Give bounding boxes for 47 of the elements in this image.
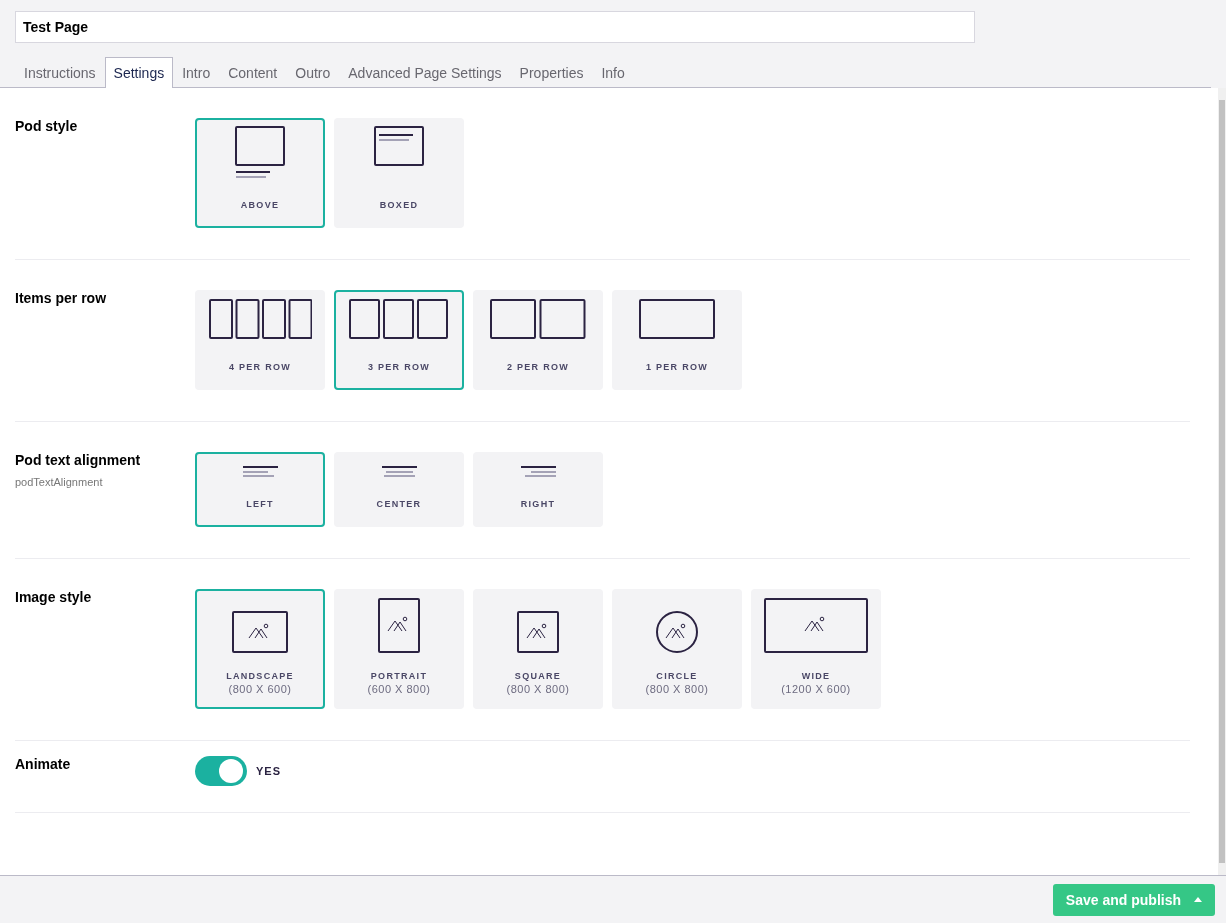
option-card[interactable]: CENTER	[334, 452, 464, 527]
setting-label: Image style	[15, 589, 93, 605]
tab[interactable]: Instructions	[15, 57, 105, 88]
page-name-field[interactable]: Test Page	[15, 11, 975, 43]
one-column-icon	[639, 299, 715, 340]
option-card[interactable]: RIGHT	[473, 452, 603, 527]
setting-label: Pod style	[15, 118, 79, 134]
caret-up-icon	[1194, 897, 1202, 902]
tab[interactable]: Properties	[510, 57, 593, 88]
toggle-switch[interactable]	[195, 756, 247, 786]
tab[interactable]: Info	[592, 57, 634, 88]
option-card[interactable]: WIDE (1200 X 600)	[751, 589, 881, 709]
two-columns-icon	[490, 299, 586, 340]
pod-above-icon	[234, 126, 286, 180]
wide-image-icon	[764, 598, 868, 653]
three-columns-icon	[349, 299, 449, 340]
landscape-image-icon	[232, 611, 288, 653]
setting-label: Animate	[15, 756, 72, 772]
option-card[interactable]: LEFT	[195, 452, 325, 527]
align-right-icon	[519, 466, 557, 478]
square-image-icon	[517, 611, 559, 653]
pod-boxed-icon	[373, 126, 425, 168]
option-card[interactable]: 1 PER ROW	[612, 290, 742, 390]
toggle-value: YES	[256, 765, 281, 777]
setting-label: Pod text alignment	[15, 452, 142, 468]
option-card[interactable]: ABOVE	[195, 118, 325, 228]
align-left-icon	[241, 466, 279, 478]
tab[interactable]: Content	[219, 57, 287, 88]
tab[interactable]: Settings	[104, 57, 174, 88]
option-card[interactable]: CIRCLE (800 X 800)	[612, 589, 742, 709]
option-card[interactable]: 2 PER ROW	[473, 290, 603, 390]
align-center-icon	[380, 466, 418, 478]
option-card[interactable]: BOXED	[334, 118, 464, 228]
tab[interactable]: Advanced Page Settings	[339, 57, 511, 88]
option-card[interactable]: LANDSCAPE (800 X 600)	[195, 589, 325, 709]
tab[interactable]: Outro	[286, 57, 340, 88]
four-columns-icon	[208, 299, 312, 340]
scrollbar[interactable]	[1218, 88, 1226, 875]
portrait-image-icon	[378, 598, 420, 653]
option-card[interactable]: SQUARE (800 X 800)	[473, 589, 603, 709]
option-card[interactable]: 4 PER ROW	[195, 290, 325, 390]
option-card[interactable]: PORTRAIT (600 X 800)	[334, 589, 464, 709]
option-card[interactable]: 3 PER ROW	[334, 290, 464, 390]
circle-image-icon	[656, 611, 698, 653]
tab[interactable]: Intro	[173, 57, 220, 88]
setting-label: Items per row	[15, 290, 108, 306]
setting-alias: podTextAlignment	[15, 476, 104, 488]
